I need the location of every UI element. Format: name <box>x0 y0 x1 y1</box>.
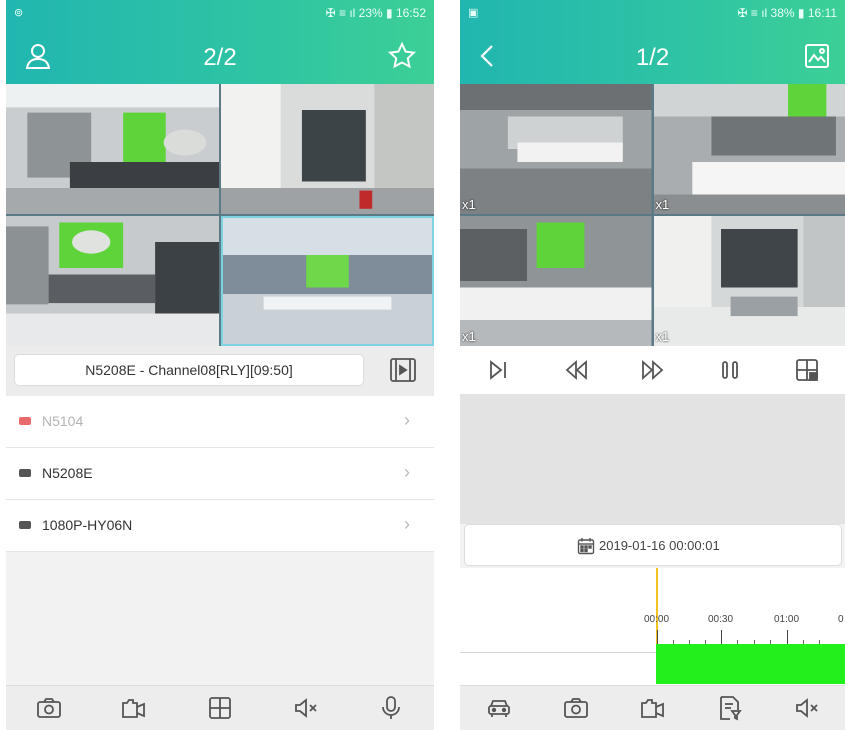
device-item-1080p-hy06n[interactable]: 1080P-HY06N › <box>6 500 434 552</box>
camera-icon[interactable] <box>35 694 63 722</box>
timeline-tick <box>657 630 658 644</box>
playback-view-2[interactable]: x1 <box>653 84 845 214</box>
header-bar: ▣ ✠ ≡ ıl 38% ▮ 16:11 1/2 <box>460 0 845 84</box>
playback-controls <box>460 346 845 394</box>
timeline-tick <box>721 630 722 644</box>
device-name: N5104 <box>42 413 84 429</box>
recording-segment <box>656 644 845 684</box>
chevron-right-icon: › <box>404 462 410 482</box>
playback-empty-area <box>460 394 845 524</box>
playback-view-3[interactable]: x1 <box>460 216 652 346</box>
playback-view-1[interactable]: x1 <box>460 84 652 214</box>
device-item-n5208e[interactable]: N5208E › <box>6 448 434 500</box>
pause-icon[interactable] <box>715 355 745 385</box>
layout-icon[interactable] <box>792 355 822 385</box>
playback-speed: x1 <box>462 197 476 212</box>
timeline-tick-label: 00:00 <box>644 614 670 625</box>
timeline-minor-tick <box>803 640 804 644</box>
bottom-toolbar <box>460 685 845 730</box>
timeline-tick <box>787 630 788 644</box>
camera-grid <box>6 84 434 346</box>
step-forward-icon[interactable] <box>484 355 514 385</box>
timeline-minor-tick <box>819 640 820 644</box>
timeline-minor-tick <box>689 640 690 644</box>
status-bar: ✠ ≡ ıl 23% ▮ 16:52 <box>325 6 426 20</box>
playback-grid: x1 x1 x1 x1 <box>460 84 845 346</box>
calendar-icon <box>577 537 595 555</box>
channel-bar: N5208E - Channel08[RLY][09:50] <box>6 346 434 396</box>
record-icon[interactable] <box>120 694 148 722</box>
status-bar-left: ⊚ <box>14 7 24 19</box>
timeline-minor-tick <box>770 640 771 644</box>
timeline-minor-tick <box>673 640 674 644</box>
camera-view-2[interactable] <box>221 84 434 214</box>
camera-view-3[interactable] <box>6 216 219 346</box>
camera-view-4[interactable] <box>221 216 434 346</box>
microphone-icon[interactable] <box>377 694 405 722</box>
video-file-icon[interactable] <box>390 358 416 382</box>
playback-screen: ▣ ✠ ≡ ıl 38% ▮ 16:11 1/2 x1 x1 x1 x1 201… <box>460 0 845 730</box>
status-bar: ✠ ≡ ıl 38% ▮ 16:11 <box>737 6 838 20</box>
device-name: N5208E <box>42 465 93 481</box>
record-icon[interactable] <box>639 694 667 722</box>
file-search-icon[interactable] <box>716 694 744 722</box>
mute-icon[interactable] <box>793 694 821 722</box>
device-online-icon <box>19 521 31 529</box>
device-online-icon <box>19 469 31 477</box>
chevron-right-icon: › <box>404 514 410 534</box>
timeline-tick-label: 01:00 <box>774 614 800 625</box>
timeline-minor-tick <box>705 640 706 644</box>
camera-view-1[interactable] <box>6 84 219 214</box>
header-bar: ⊚ ✠ ≡ ıl 23% ▮ 16:52 2/2 <box>6 0 434 84</box>
device-list: N5104 › N5208E › 1080P-HY06N › <box>6 396 434 552</box>
bottom-toolbar <box>6 685 434 730</box>
device-offline-icon <box>19 417 31 425</box>
page-title: 2/2 <box>203 44 237 71</box>
timeline[interactable]: 00:00 00:30 01:00 0 <box>460 568 845 686</box>
device-name: 1080P-HY06N <box>42 517 133 533</box>
fast-forward-icon[interactable] <box>638 355 668 385</box>
playback-speed: x1 <box>655 329 670 344</box>
playback-speed: x1 <box>655 197 670 212</box>
live-view-screen: ⊚ ✠ ≡ ıl 23% ▮ 16:52 2/2 N5208E - Channe… <box>6 0 434 730</box>
image-icon[interactable] <box>803 42 831 70</box>
chevron-right-icon: › <box>404 410 410 430</box>
star-icon[interactable] <box>387 41 417 70</box>
timeline-tick-label: 00:30 <box>708 614 734 625</box>
status-bar-left: ▣ <box>468 7 479 19</box>
date-picker[interactable]: 2019-01-16 00:00:01 <box>464 524 842 566</box>
page-title: 1/2 <box>635 44 670 71</box>
playback-date: 2019-01-16 00:00:01 <box>599 538 720 553</box>
grid-icon[interactable] <box>206 694 234 722</box>
playback-speed: x1 <box>462 329 476 344</box>
rewind-icon[interactable] <box>561 355 591 385</box>
timeline-minor-tick <box>754 640 755 644</box>
camera-icon[interactable] <box>562 694 590 722</box>
car-icon[interactable] <box>485 694 513 722</box>
timeline-tick-label: 0 <box>838 614 844 625</box>
channel-label[interactable]: N5208E - Channel08[RLY][09:50] <box>14 354 364 386</box>
timeline-minor-tick <box>737 640 738 644</box>
mute-icon[interactable] <box>292 694 320 722</box>
playback-view-4[interactable]: x1 <box>653 216 845 346</box>
device-item-n5104[interactable]: N5104 › <box>6 396 434 448</box>
